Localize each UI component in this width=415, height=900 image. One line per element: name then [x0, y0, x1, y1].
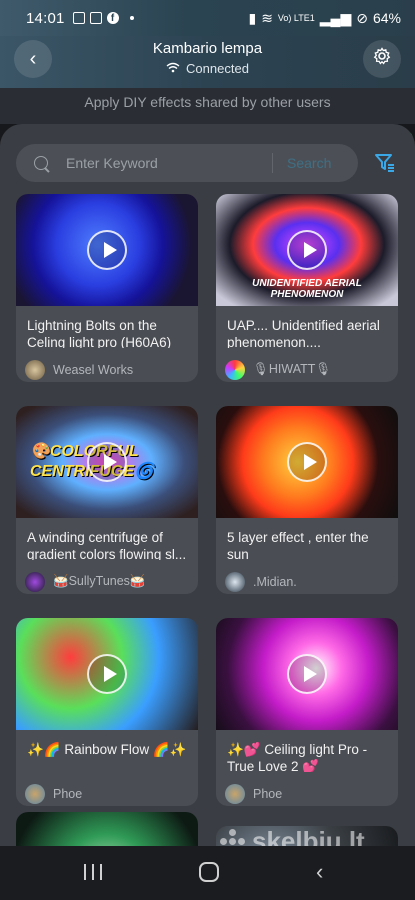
cell-signal-icon: ▂▄▆ [319, 9, 352, 26]
effect-card[interactable] [16, 812, 198, 846]
author-name: .Midian. [253, 574, 297, 589]
thumbnail-caption: UNIDENTIFIED AERIAL PHENOMENON [252, 278, 362, 300]
search-input[interactable] [66, 155, 266, 171]
status-time: 14:01 [26, 9, 65, 27]
signal-text: Vo) LTE1 [277, 12, 315, 23]
author-row: Phoe [16, 772, 198, 806]
effect-card[interactable]: 5 layer effect , enter the sun .Midian. [216, 406, 398, 594]
play-icon[interactable] [287, 230, 327, 270]
author-row: Weasel Works [16, 348, 198, 382]
page-title: Kambario lempa [152, 40, 263, 57]
author-row: 🎙HIWATT🎙 [216, 348, 398, 382]
author-row: .Midian. [216, 560, 398, 594]
connection-status: Connected [0, 61, 415, 76]
filter-button[interactable] [374, 152, 396, 174]
avatar [25, 783, 45, 804]
do-not-disturb-icon: ⊘ [356, 9, 368, 26]
play-icon[interactable] [87, 442, 127, 482]
search-bar: Search [16, 144, 358, 182]
effect-title: ✨💕 Ceiling light Pro - True Love 2 💕 [227, 742, 368, 772]
effect-title: UAP.... Unidentified aerial phenomenon..… [227, 318, 380, 348]
notification-icons: f [72, 12, 134, 24]
avatar [225, 571, 245, 592]
effect-card[interactable]: Lightning Bolts on the Celing light pro … [16, 194, 198, 382]
page-subtitle: Apply DIY effects shared by other users [0, 88, 415, 124]
effect-title: A winding centrifuge of gradient colors … [27, 530, 187, 560]
search-divider [272, 153, 273, 173]
effects-panel[interactable]: ‹‹ Search Lightning Bolts on the Celing … [0, 124, 415, 846]
effect-thumbnail [216, 406, 398, 518]
play-icon[interactable] [287, 442, 327, 482]
avatar [25, 571, 45, 592]
author-name: 🥁SullyTunes🥁 [53, 574, 146, 588]
system-icons: ▮ ≋ Vo) LTE1 ▂▄▆ ⊘ 64% [248, 10, 401, 27]
effect-thumbnail: 🎨COLORFUL CENTRIFUGE🌀 [16, 406, 198, 518]
effect-thumbnail [16, 194, 198, 306]
app-header: ‹ Kambario lempa Connected [0, 36, 415, 88]
avatar [25, 359, 45, 380]
facebook-icon: f [106, 12, 119, 24]
author-row: 🥁SullyTunes🥁 [16, 560, 198, 594]
search-icon [34, 156, 48, 170]
battery-saver-icon: ▮ [248, 9, 257, 26]
wifi-icon: ≋ [261, 9, 273, 26]
author-row: Phoe [216, 772, 398, 806]
effect-card[interactable]: 🎨COLORFUL CENTRIFUGE🌀 A winding centrifu… [16, 406, 198, 594]
double-chevron-left-icon[interactable]: ‹‹ [410, 124, 415, 147]
play-icon[interactable] [287, 654, 327, 694]
gear-icon [373, 47, 391, 71]
settings-button[interactable] [363, 40, 401, 78]
more-notifications-icon [129, 16, 134, 20]
avatar [225, 783, 245, 804]
gallery-icon [72, 12, 85, 24]
search-button[interactable]: Search [287, 155, 331, 171]
title-block: Kambario lempa Connected [0, 40, 415, 76]
effect-thumbnail [216, 618, 398, 730]
effect-thumbnail [16, 812, 198, 846]
author-name: Phoe [253, 786, 283, 801]
effect-title: ✨🌈 Rainbow Flow 🌈✨ [27, 742, 187, 757]
effect-card[interactable]: ✨🌈 Rainbow Flow 🌈✨ Phoe [16, 618, 198, 806]
effect-title: 5 layer effect , enter the sun [227, 530, 369, 560]
effect-title: Lightning Bolts on the Celing light pro … [27, 318, 172, 348]
system-nav-bar: ‹ [0, 846, 415, 900]
back-nav-button[interactable]: ‹ [316, 859, 323, 885]
play-icon[interactable] [87, 654, 127, 694]
avatar [225, 359, 245, 380]
connection-status-label: Connected [186, 61, 249, 76]
effect-card[interactable]: ✨💕 Ceiling light Pro - True Love 2 💕 Pho… [216, 618, 398, 806]
home-button[interactable] [199, 862, 219, 882]
wifi-icon [166, 61, 180, 76]
status-bar: 14:01 f ▮ ≋ Vo) LTE1 ▂▄▆ ⊘ 64% [0, 0, 415, 36]
recent-apps-button[interactable] [84, 864, 102, 880]
image-icon [89, 12, 102, 24]
effect-thumbnail: UNIDENTIFIED AERIAL PHENOMENON [216, 194, 398, 306]
author-name: 🎙HIWATT🎙 [253, 362, 332, 376]
effect-thumbnail [16, 618, 198, 730]
play-icon[interactable] [87, 230, 127, 270]
effect-card[interactable]: UNIDENTIFIED AERIAL PHENOMENON UAP.... U… [216, 194, 398, 382]
battery-level: 64% [372, 10, 401, 26]
author-name: Phoe [53, 786, 83, 801]
filter-icon [375, 154, 394, 172]
author-name: Weasel Works [53, 362, 134, 377]
